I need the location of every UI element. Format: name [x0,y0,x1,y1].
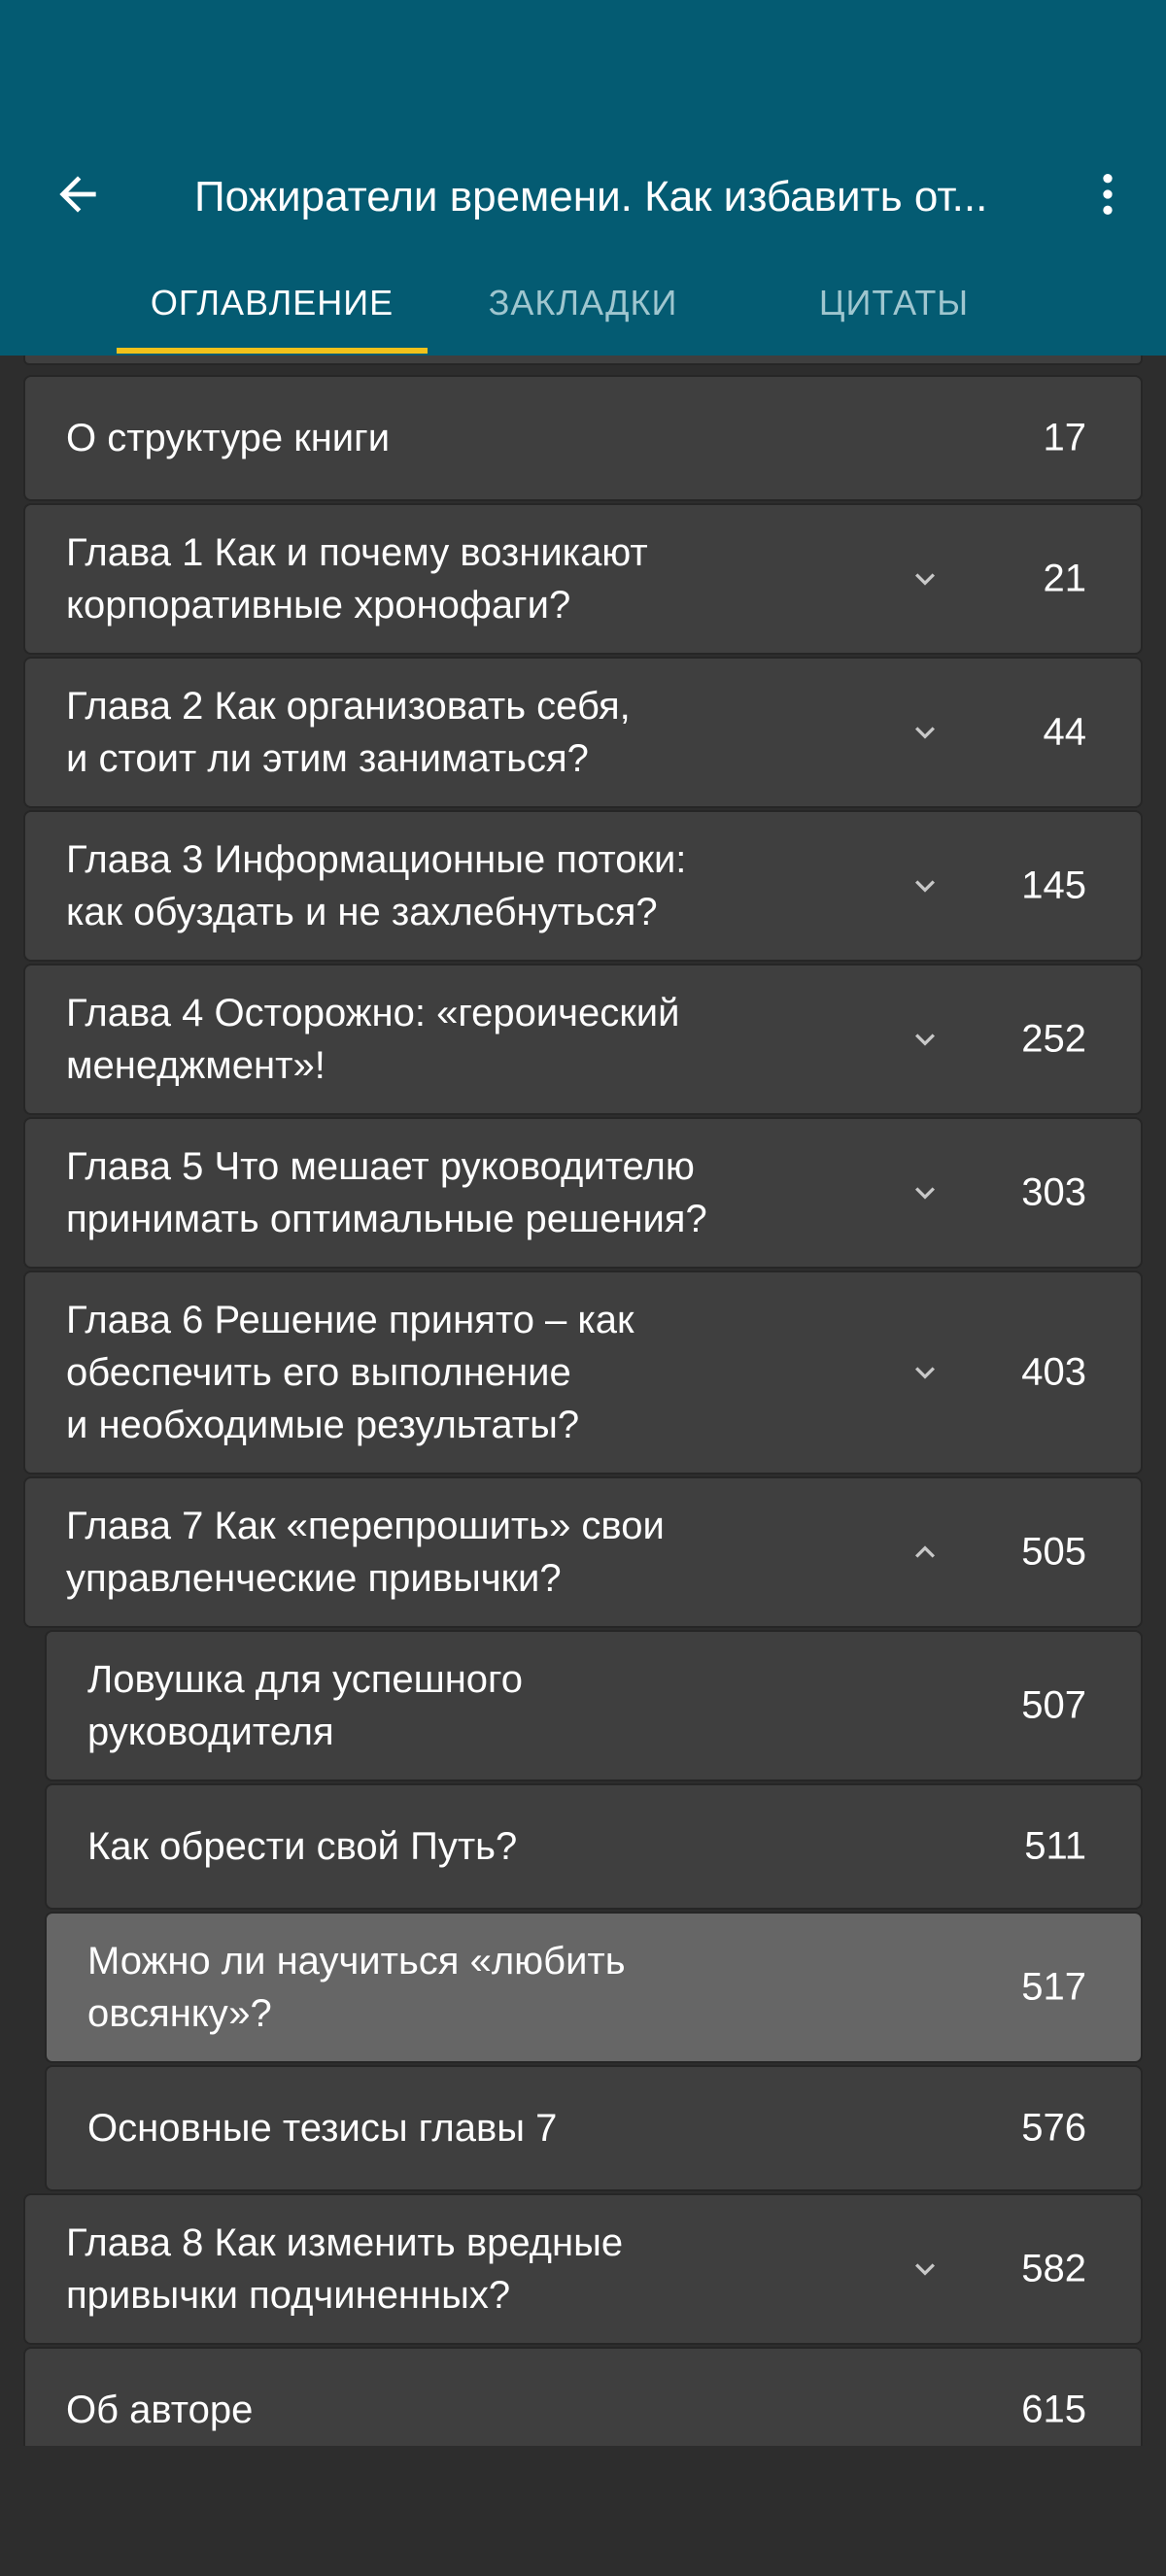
back-button[interactable] [39,155,117,233]
tab-contents[interactable]: ОГЛАВЛЕНИЕ [117,274,428,356]
toc-item[interactable]: Глава 3 Информационные потоки: как обузд… [23,810,1143,962]
expand-toggle[interactable] [906,2250,944,2288]
toc-item[interactable]: Глава 4 Осторожно: «героический менеджме… [23,964,1143,1115]
tab-quotes[interactable]: ЦИТАТЫ [758,274,1030,356]
toc-item-title: Глава 7 Как «перепрошить» свои управленч… [66,1505,665,1600]
toc-item-title: Глава 4 Осторожно: «героический менеджме… [66,992,680,1087]
chevron-down-icon [915,727,935,739]
toc-item-title: Глава 6 Решение принято – как обеспечить… [66,1299,634,1446]
toc-item-page: 403 [1021,1350,1086,1394]
toc-item-page: 44 [1043,710,1087,754]
chevron-down-icon [915,1187,935,1200]
toc-item-page: 303 [1021,1170,1086,1214]
toc-item-page: 145 [1021,864,1086,907]
more-vert-icon [1103,174,1113,215]
app-bar: Пожиратели времени. Как избавить от... О… [0,0,1166,356]
tab-bookmarks[interactable]: ЗАКЛАДКИ [447,274,719,356]
toc-subitem[interactable]: Ловушка для успешного руководителя 507 [45,1630,1143,1781]
toc-item-title: Глава 2 Как организовать себя, и стоит л… [66,685,631,780]
expand-toggle[interactable] [906,866,944,905]
chevron-down-icon [915,1034,935,1046]
book-title: Пожиратели времени. Как избавить от... [194,173,988,220]
toc-item[interactable]: Глава 6 Решение принято – как обеспечить… [23,1271,1143,1474]
toc-item-page: 576 [1021,2106,1086,2150]
toc-item[interactable]: Глава 8 Как изменить вредные привычки по… [23,2193,1143,2345]
toc-item-title: Основные тезисы главы 7 [87,2107,558,2150]
more-options-button[interactable] [1069,155,1147,233]
toc-item-page: 615 [1021,2388,1086,2431]
toc-item-title: Можно ли научиться «любить овсянку»? [87,1940,626,2035]
toc-item[interactable]: Глава 1 Как и почему возникают корпорати… [23,503,1143,655]
toc-item-page: 511 [1024,1824,1086,1868]
toc-item-title: Как обрести свой Путь? [87,1825,518,1868]
chevron-down-icon [915,880,935,893]
toc-item[interactable]: Глава 7 Как «перепрошить» свои управленч… [23,1476,1143,1628]
expand-toggle[interactable] [906,1173,944,1212]
expand-toggle[interactable] [906,1020,944,1059]
arrow-left-icon [59,176,96,213]
toc-item-page: 21 [1043,557,1087,600]
toc-item[interactable]: Глава 5 Что мешает руководителю принимат… [23,1117,1143,1269]
bottom-area [0,2446,1166,2576]
active-tab-indicator [117,348,428,354]
toc-item-page: 507 [1021,1683,1086,1727]
toc-item[interactable]: Глава 2 Как организовать себя, и стоит л… [23,657,1143,808]
toc-item-page: 505 [1021,1530,1086,1574]
list-item-partial [23,356,1143,365]
toc-item-page: 582 [1021,2247,1086,2290]
toc-item-title: Глава 1 Как и почему возникают корпорати… [66,531,648,627]
toc-item-title: Глава 8 Как изменить вредные привычки по… [66,2221,624,2317]
expand-toggle[interactable] [906,1533,944,1572]
chevron-up-icon [915,1545,935,1558]
toc-item-page: 252 [1021,1017,1086,1061]
chevron-down-icon [915,573,935,586]
toc-subitem[interactable]: Как обрести свой Путь? 511 [45,1783,1143,1910]
table-of-contents[interactable]: О структуре книги 17 Глава 1 Как и почему … [0,356,1166,2446]
toc-subitem[interactable]: Основные тезисы главы 7 576 [45,2065,1143,2191]
toc-item-title: О структуре книги [66,417,391,459]
toc-subitem[interactable]: Можно ли научиться «любить овсянку»? 517 [45,1912,1143,2063]
toc-item[interactable]: О структуре книги 17 [23,375,1143,501]
toc-item-title: Об авторе [66,2389,254,2431]
toc-item-title: Глава 5 Что мешает руководителю принимат… [66,1145,707,1240]
expand-toggle[interactable] [906,559,944,598]
chevron-down-icon [915,1367,935,1379]
toc-item-title: Глава 3 Информационные потоки: как обузд… [66,838,687,933]
toc-item-page: 17 [1043,416,1087,459]
toc-item-title: Ловушка для успешного руководителя [87,1658,523,1753]
chevron-down-icon [915,2263,935,2276]
expand-toggle[interactable] [906,713,944,752]
toc-item[interactable]: Об авторе 615 [23,2347,1143,2446]
expand-toggle[interactable] [906,1353,944,1392]
toc-item-page: 517 [1021,1965,1086,2009]
